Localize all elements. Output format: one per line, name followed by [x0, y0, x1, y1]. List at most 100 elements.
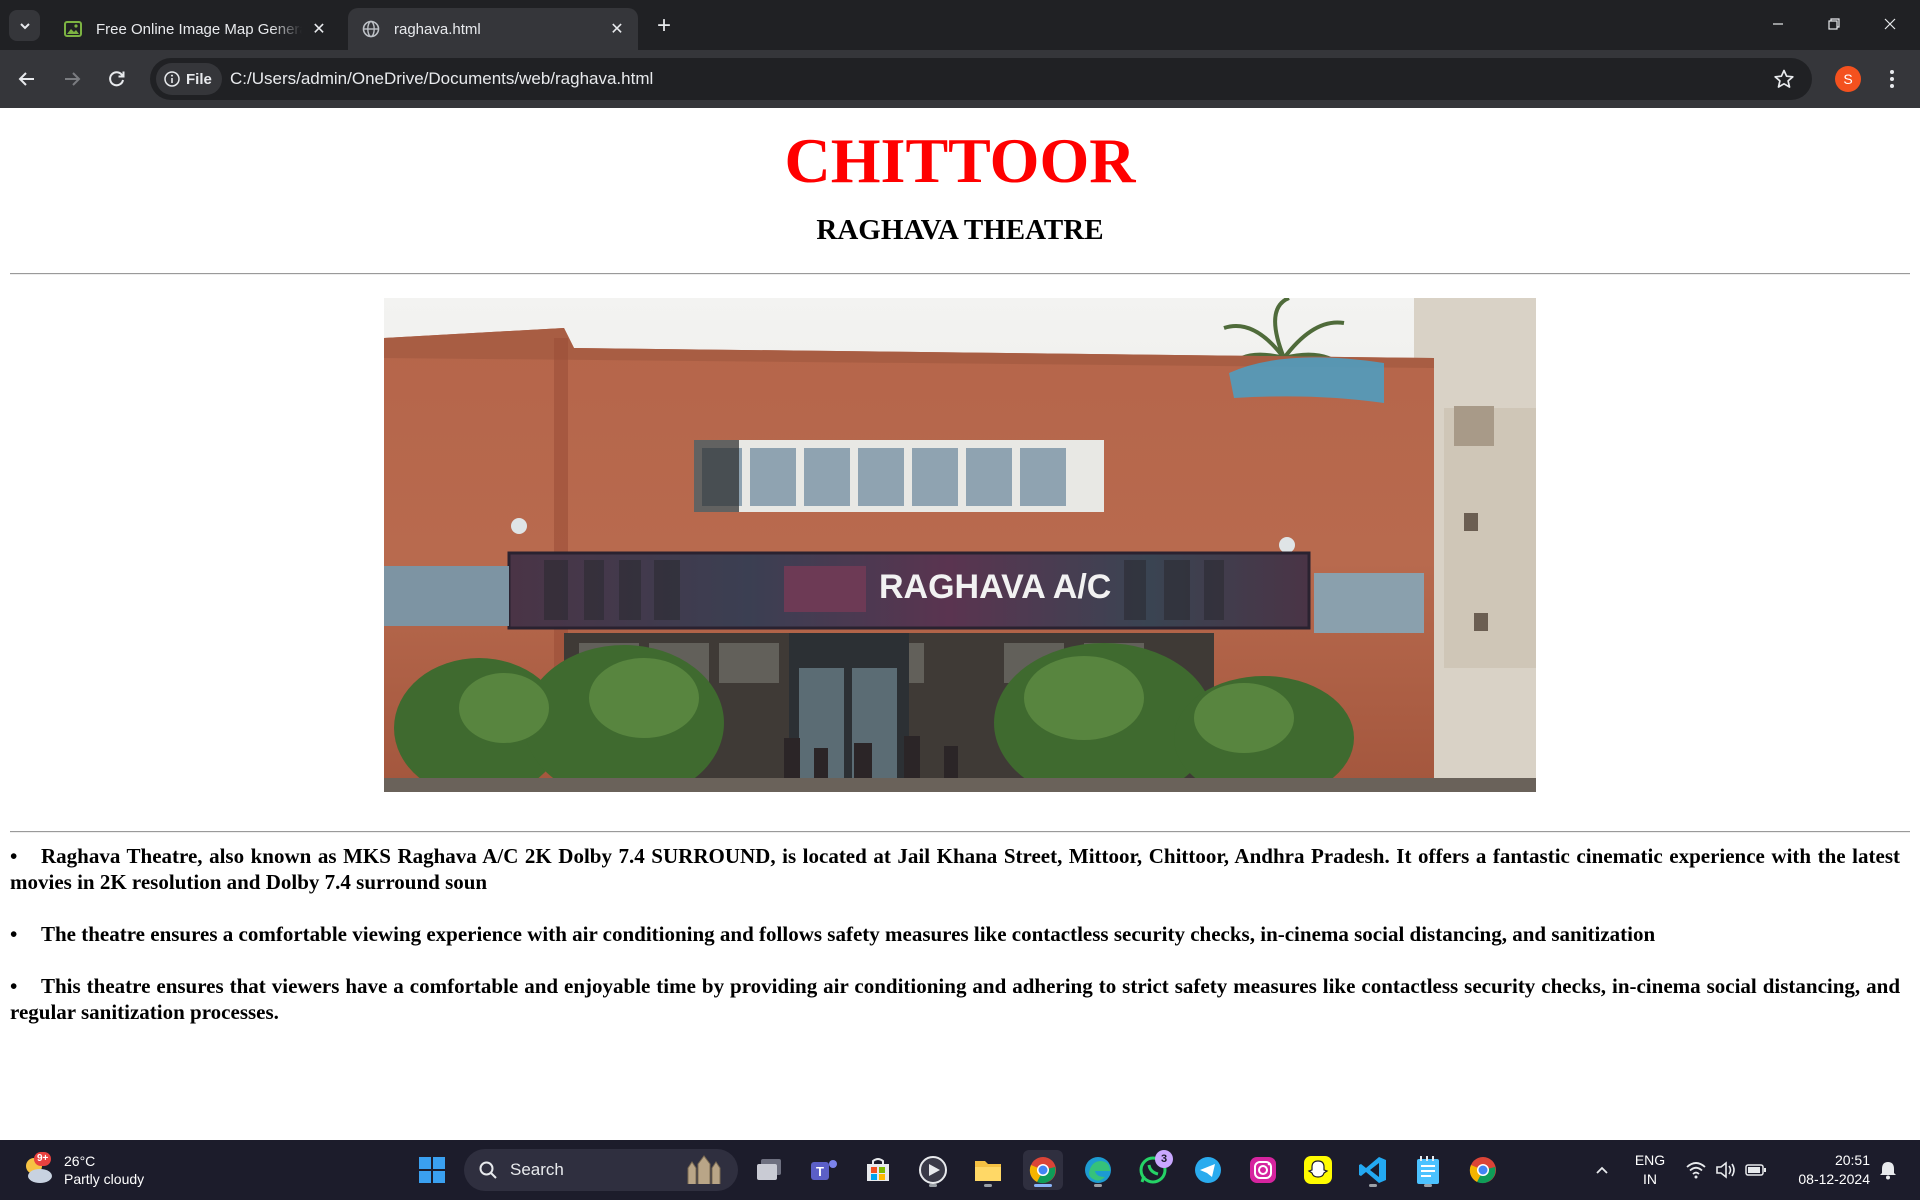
window-close-button[interactable] — [1862, 0, 1918, 48]
active-indicator — [1034, 1184, 1052, 1187]
tab-strip: Free Online Image Map Genera ✕ raghava.h… — [0, 0, 1920, 50]
search-highlight-castle-icon — [687, 1155, 721, 1184]
menu-kebab-icon[interactable] — [1878, 64, 1906, 94]
tab-image-map-generator[interactable]: Free Online Image Map Genera ✕ — [50, 8, 340, 50]
snapchat-app[interactable] — [1298, 1150, 1338, 1190]
list-item: • This theatre ensures that viewers have … — [10, 973, 1900, 1025]
volume-icon — [1716, 1161, 1735, 1179]
divider — [10, 273, 1910, 275]
forward-button[interactable] — [54, 61, 90, 97]
media-player-icon — [919, 1156, 947, 1184]
chrome-app[interactable] — [1023, 1150, 1063, 1190]
snapchat-icon — [1304, 1156, 1332, 1184]
minimize-button[interactable] — [1750, 0, 1806, 48]
theatre-photo: RAGHAVA A/C — [384, 298, 1536, 792]
notifications-button[interactable] — [1872, 1150, 1904, 1190]
telegram-icon — [1195, 1157, 1221, 1183]
reload-button[interactable] — [99, 61, 135, 97]
windows-taskbar: 9+ 26°C Partly cloudy Search T 3 ENG IN … — [0, 1140, 1920, 1200]
file-explorer-app[interactable] — [968, 1150, 1008, 1190]
profile-avatar[interactable]: S — [1835, 66, 1861, 92]
address-bar[interactable]: File C:/Users/admin/OneDrive/Documents/w… — [150, 58, 1812, 100]
clock[interactable]: 20:51 08-12-2024 — [1780, 1151, 1870, 1189]
page-title: CHITTOOR — [784, 125, 1136, 196]
notification-badge: 3 — [1155, 1150, 1173, 1168]
page-subtitle: RAGHAVA THEATRE — [816, 214, 1104, 246]
back-button[interactable] — [9, 61, 45, 97]
telegram-app[interactable] — [1188, 1150, 1228, 1190]
bell-icon — [1880, 1162, 1896, 1180]
new-tab-button[interactable]: + — [650, 12, 678, 40]
site-info-chip[interactable]: File — [156, 63, 222, 95]
language-region: IN — [1643, 1171, 1657, 1187]
reload-icon — [109, 71, 125, 87]
site-info-label: File — [186, 70, 212, 88]
arrow-right-icon — [65, 72, 81, 86]
edge-app[interactable] — [1078, 1150, 1118, 1190]
image-map-favicon — [64, 20, 82, 38]
tab-title: raghava.html — [394, 20, 481, 38]
running-indicator — [984, 1184, 992, 1187]
teams-icon: T — [811, 1160, 837, 1180]
close-icon[interactable]: ✕ — [308, 18, 330, 40]
clock-date: 08-12-2024 — [1798, 1171, 1870, 1187]
list-item: • Raghava Theatre, also known as MKS Ragh… — [10, 843, 1900, 895]
running-indicator — [929, 1184, 937, 1187]
task-view-button[interactable] — [749, 1150, 789, 1190]
weather-temperature: 26°C — [64, 1153, 96, 1169]
list-item-text: This theatre ensures that viewers have a… — [10, 974, 1900, 1024]
wifi-icon — [1686, 1162, 1706, 1179]
whatsapp-app[interactable]: 3 — [1133, 1150, 1173, 1190]
weather-widget[interactable]: 9+ 26°C Partly cloudy — [20, 1146, 144, 1194]
restore-button[interactable] — [1806, 0, 1862, 48]
taskbar-search-label: Search — [510, 1160, 564, 1179]
media-player-app[interactable] — [913, 1150, 953, 1190]
microsoft-store-app[interactable] — [858, 1150, 898, 1190]
notepad-icon — [1417, 1156, 1439, 1184]
minimize-icon — [1773, 23, 1783, 25]
close-icon — [1884, 18, 1896, 30]
chevron-up-icon — [1596, 1166, 1608, 1174]
windows-logo-icon — [419, 1157, 445, 1183]
start-button[interactable] — [412, 1150, 452, 1190]
browser-toolbar: File C:/Users/admin/OneDrive/Documents/w… — [0, 50, 1920, 108]
weather-badge: 9+ — [34, 1152, 52, 1166]
instagram-app[interactable] — [1243, 1150, 1283, 1190]
vscode-app[interactable] — [1353, 1150, 1393, 1190]
tab-search-button[interactable] — [9, 10, 40, 41]
bullet-marker: • — [10, 922, 18, 946]
restore-icon — [1828, 18, 1840, 30]
chrome-app-2[interactable] — [1463, 1150, 1503, 1190]
bookmark-star-icon[interactable] — [1772, 67, 1796, 91]
running-indicator — [1094, 1184, 1102, 1187]
task-view-icon — [757, 1159, 781, 1180]
chevron-down-icon — [19, 22, 30, 29]
running-indicator — [1424, 1184, 1432, 1187]
language-code: ENG — [1634, 1152, 1666, 1168]
search-icon — [479, 1161, 497, 1179]
instagram-icon — [1250, 1157, 1276, 1183]
list-item: • The theatre ensures a comfortable viewi… — [10, 921, 1900, 947]
weather-partly-cloudy-icon: 9+ — [20, 1152, 56, 1188]
tab-raghava-html[interactable]: raghava.html ✕ — [348, 8, 638, 50]
list-item-text: Raghava Theatre, also known as MKS Ragha… — [10, 844, 1900, 894]
battery-icon — [1745, 1164, 1766, 1176]
url-text[interactable]: C:/Users/admin/OneDrive/Documents/web/ra… — [230, 58, 653, 100]
chrome-icon — [1469, 1157, 1496, 1184]
notepad-app[interactable] — [1408, 1150, 1448, 1190]
svg-text:T: T — [816, 1164, 824, 1179]
network-sound-battery-group[interactable] — [1676, 1150, 1776, 1190]
taskbar-search-box[interactable]: Search — [464, 1149, 738, 1191]
language-indicator[interactable]: ENG IN — [1628, 1151, 1672, 1189]
tray-overflow-button[interactable] — [1582, 1150, 1622, 1190]
store-icon — [867, 1158, 889, 1181]
close-icon[interactable]: ✕ — [606, 18, 628, 40]
arrow-left-icon — [18, 72, 34, 86]
info-icon — [164, 71, 180, 87]
banner-sign-text: RAGHAVA A/C — [879, 568, 1111, 606]
bullet-marker: • — [10, 844, 18, 868]
tab-title: Free Online Image Map Genera — [96, 20, 302, 38]
edge-icon — [1085, 1157, 1111, 1183]
teams-app[interactable]: T — [804, 1150, 844, 1190]
clock-time: 20:51 — [1834, 1152, 1870, 1168]
